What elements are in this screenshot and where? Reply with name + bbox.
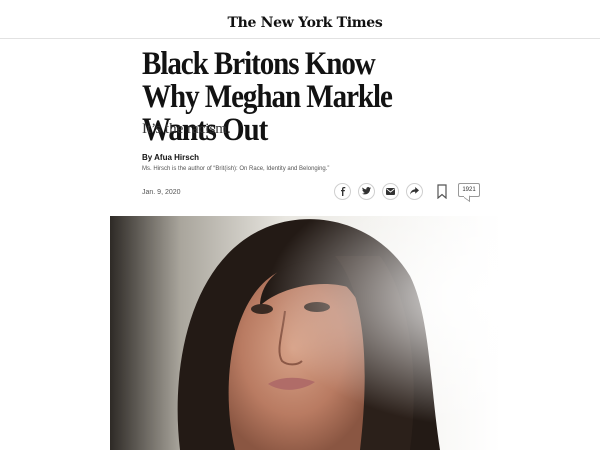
portrait-photo	[110, 216, 501, 450]
comment-count: 1921	[462, 187, 476, 193]
bookmark-icon[interactable]	[435, 183, 449, 200]
email-icon[interactable]	[382, 182, 399, 200]
share-toolbar: 1921	[334, 182, 480, 200]
article-summary: It’s the racism.	[142, 121, 231, 137]
nyt-logo[interactable]: The New York Times	[0, 15, 600, 31]
share-icon[interactable]	[406, 182, 423, 200]
comments-button[interactable]: 1921	[458, 183, 480, 197]
lead-photo	[110, 216, 501, 450]
publish-date: Jan. 9, 2020	[142, 189, 181, 196]
author-note: Ms. Hirsch is the author of “Brit(ish): …	[142, 166, 330, 172]
twitter-icon[interactable]	[358, 182, 375, 200]
facebook-icon[interactable]	[334, 182, 351, 200]
byline[interactable]: By Afua Hirsch	[142, 153, 199, 162]
masthead: The New York Times	[0, 0, 600, 39]
